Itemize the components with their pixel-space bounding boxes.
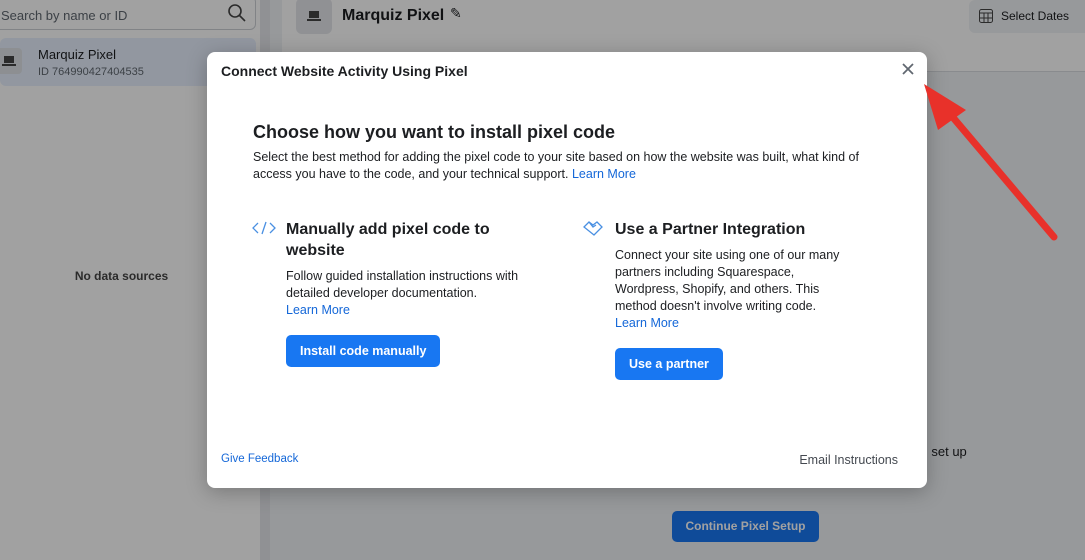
annotation-arrow-icon [924,84,1058,241]
